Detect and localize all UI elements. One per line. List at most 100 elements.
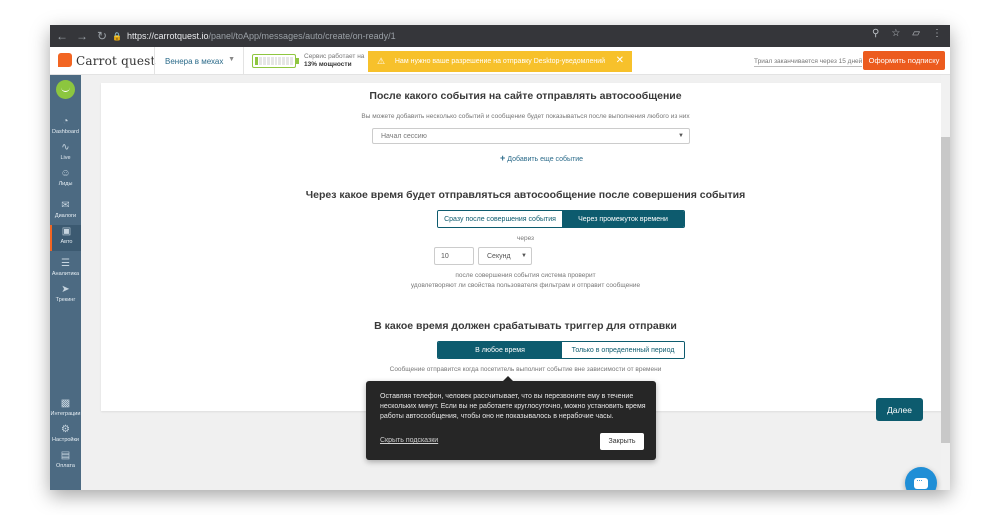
extension-icon[interactable]: ▱ (912, 28, 920, 39)
scrollbar-thumb[interactable] (941, 137, 950, 443)
sidebar-item-tracking[interactable]: ➤ Трекинг (50, 283, 81, 309)
trigger-toggle: В любое время Только в определенный пери… (437, 341, 685, 359)
event-select[interactable]: Начал сессию ▼ (372, 128, 690, 144)
sidebar-item-leads[interactable]: ☺ Лиды (50, 167, 81, 193)
url-host: https://carrotquest.io (126, 31, 209, 41)
logo-text: Carrot quest (76, 54, 156, 68)
sidebar-item-live[interactable]: ∿ Live (50, 141, 81, 167)
gear-icon: ⚙ (61, 424, 70, 435)
sidebar-item-analytics[interactable]: ☰ Аналитика (50, 257, 81, 283)
puzzle-icon: ▩ (60, 398, 71, 409)
delay-unit-value: Секунд (487, 252, 511, 260)
through-label: через (516, 235, 535, 242)
plus-icon: + (500, 153, 506, 163)
power-cell (278, 57, 282, 65)
event-select-value: Начал сессию (381, 132, 427, 140)
sidebar-item-label: Dashboard (52, 129, 79, 135)
trial-notice[interactable]: Триал заканчивается через 15 дней (754, 58, 863, 67)
service-status-line2: 13% мощности (304, 61, 352, 68)
power-cell (286, 57, 290, 65)
sidebar-item-label: Оплата (56, 463, 75, 469)
tooltip-close-button[interactable]: Закрыть (600, 433, 644, 450)
sidebar-item-label: Авто (60, 239, 73, 245)
check-note-line2: удовлетворяют ли свойства пользователя ф… (410, 282, 641, 289)
event-section-hint: Вы можете добавить несколько событий и с… (361, 113, 690, 120)
event-section-title: После какого события на сайте отправлять… (369, 90, 682, 102)
app-selector[interactable]: Венера в мехах ▼ (154, 47, 244, 75)
power-cell (282, 57, 286, 65)
timing-option-delay[interactable]: Через промежуток времени (562, 211, 684, 227)
sidebar-item-integrations[interactable]: ▩ Интеграции (50, 397, 81, 423)
users-icon: ☺ (60, 168, 71, 179)
chat-icon: ✉ (61, 200, 70, 211)
menu-icon[interactable]: ⋮ (932, 28, 942, 39)
power-cell (266, 57, 270, 65)
power-cell (262, 57, 266, 65)
service-power-meter (252, 54, 296, 68)
chat-widget-button[interactable] (905, 467, 937, 490)
trigger-note: Сообщение отправится когда посетитель вы… (389, 366, 662, 373)
check-note-line1: после совершения события система провери… (455, 272, 596, 279)
browser-window: ← → ↻ 🔒 https://carrotquest.io/panel/toA… (50, 25, 950, 490)
app-selector-label: Венера в мехах (165, 56, 224, 66)
add-event-link[interactable]: + Добавить еще событие (500, 153, 583, 163)
reload-icon[interactable]: ↻ (94, 28, 110, 44)
gauge-icon: ◔ (62, 116, 69, 127)
service-status-line1: Сервис работает на (304, 53, 365, 60)
pointer-cursor-icon: ☞ (623, 443, 632, 454)
sidebar-item-label: Трекинг (55, 297, 76, 303)
url-path: /panel/toApp/messages/auto/create/on-rea… (208, 31, 396, 41)
hint-tooltip: Оставляя телефон, человек рассчитывает, … (366, 381, 656, 460)
add-event-label: Добавить еще событие (507, 156, 584, 163)
main-content: После какого события на сайте отправлять… (81, 75, 950, 490)
url-text: https://carrotquest.io/panel/toApp/messa… (127, 31, 396, 41)
power-cell (274, 57, 278, 65)
power-cell (270, 57, 274, 65)
sidebar-item-dialogs[interactable]: ✉ Диалоги (50, 199, 81, 225)
notice-text: Нам нужно ваше разрешение на отправку De… (394, 58, 606, 65)
sidebar-item-label: Настройки (52, 437, 79, 443)
power-cell (255, 57, 258, 65)
delay-value-input[interactable]: 10 (434, 247, 474, 265)
cursor-icon: ➤ (61, 284, 70, 295)
carrot-logo-icon (58, 53, 72, 67)
next-button[interactable]: Далее (876, 398, 923, 421)
address-bar[interactable]: 🔒 https://carrotquest.io/panel/toApp/mes… (112, 28, 888, 44)
chevron-down-icon: ▼ (228, 56, 235, 63)
app-header: Carrot quest Венера в мехах ▼ Сервис раб… (50, 47, 950, 75)
timing-section-title: Через какое время будет отправляться авт… (305, 189, 746, 201)
hide-hints-link[interactable]: Скрыть подсказки (380, 437, 438, 444)
sidebar-item-label: Аналитика (51, 271, 80, 277)
subscribe-button[interactable]: Оформить подписку (863, 51, 945, 70)
zoom-icon[interactable]: ⚲ (872, 28, 879, 39)
card-icon: ▤ (60, 450, 71, 461)
sidebar-item-settings[interactable]: ⚙ Настройки (50, 423, 81, 449)
sidebar-item-dashboard[interactable]: ◔ Dashboard (50, 115, 81, 141)
pulse-icon: ∿ (61, 142, 70, 153)
sidebar-item-label: Интеграции (50, 411, 81, 417)
trigger-option-any[interactable]: В любое время (438, 342, 562, 358)
sidebar-item-label: Лиды (58, 181, 73, 187)
back-icon[interactable]: ← (54, 28, 70, 44)
lock-icon: 🔒 (112, 31, 122, 41)
funnel-icon: ☰ (61, 258, 70, 269)
sidebar-item-payment[interactable]: ▤ Оплата (50, 449, 81, 475)
notification-permission-banner[interactable]: ⚠ Нам нужно ваше разрешение на отправку … (368, 51, 632, 72)
forward-icon[interactable]: → (74, 28, 90, 44)
timing-option-immediate[interactable]: Сразу после совершения события (438, 211, 562, 227)
sidebar-item-auto[interactable]: ▣ Авто (50, 225, 81, 251)
timing-toggle: Сразу после совершения события Через про… (437, 210, 685, 228)
avatar[interactable] (56, 80, 75, 99)
sidebar: ◔ Dashboard ∿ Live ☺ Лиды ✉ Диалоги ▣ Ав… (50, 75, 81, 490)
sidebar-item-label: Live (60, 155, 71, 161)
browser-toolbar: ← → ↻ 🔒 https://carrotquest.io/panel/toA… (50, 25, 950, 47)
star-icon[interactable]: ☆ (891, 28, 900, 39)
monitor-icon: ▣ (61, 226, 72, 237)
browser-actions: ⚲ ☆ ▱ ⋮ (872, 28, 942, 39)
close-icon[interactable]: ✕ (616, 55, 624, 66)
power-cell (290, 57, 294, 65)
delay-unit-select[interactable]: Секунд ▼ (478, 247, 532, 265)
caret-down-icon: ▼ (678, 133, 684, 139)
tooltip-text: Оставляя телефон, человек рассчитывает, … (380, 393, 646, 420)
trigger-option-period[interactable]: Только в определенный период (562, 342, 684, 358)
